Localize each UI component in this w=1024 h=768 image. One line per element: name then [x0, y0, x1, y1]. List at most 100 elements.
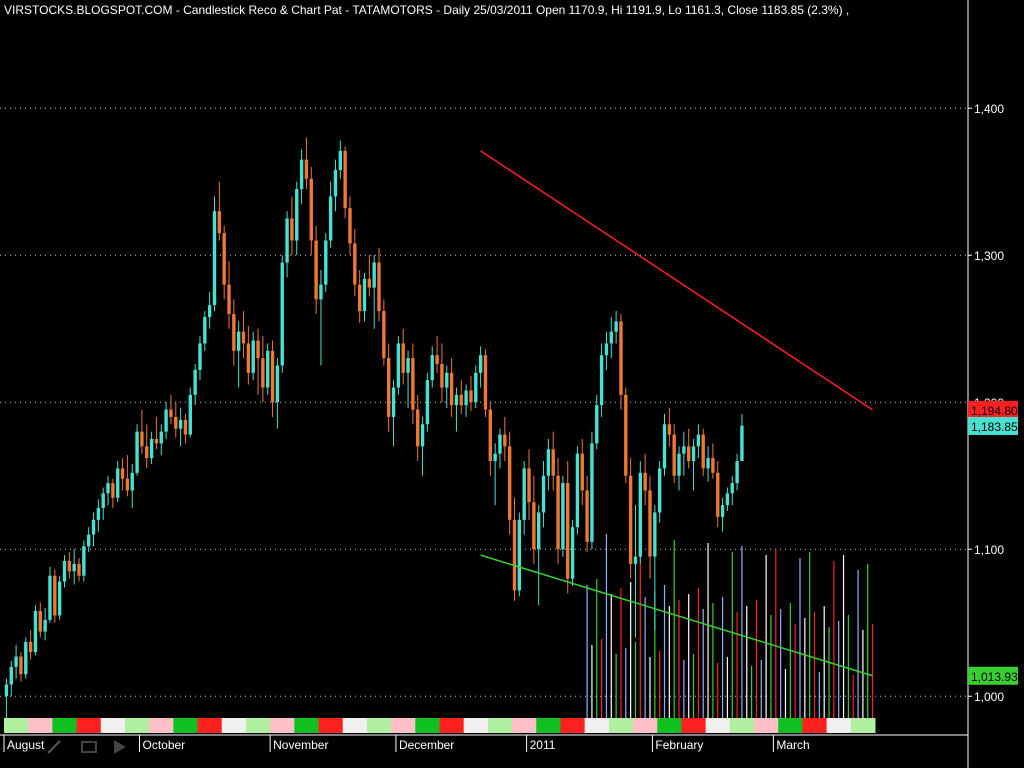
signal-cell — [420, 718, 426, 733]
candle-body — [309, 178, 313, 241]
candle-body — [662, 424, 667, 469]
candle-body — [261, 358, 265, 388]
y-tick-label: 1,300 — [974, 249, 1004, 263]
candle-body — [9, 666, 13, 685]
signal-cell — [52, 718, 58, 733]
signal-cell — [865, 718, 871, 733]
candle-body — [135, 431, 139, 473]
x-tick-label: 2011 — [530, 738, 556, 752]
signal-cell — [429, 718, 436, 733]
candles — [4, 137, 744, 719]
candle-body — [86, 534, 91, 547]
signal-cell — [715, 718, 721, 733]
candle-body — [604, 343, 609, 356]
signal-cell — [836, 718, 842, 733]
signal-cell — [681, 718, 687, 733]
candle-body — [111, 483, 115, 498]
candle-body — [82, 546, 86, 576]
signal-cell — [376, 718, 382, 733]
signal-cell — [144, 718, 150, 733]
signal-cell — [129, 718, 136, 733]
candle-body — [628, 475, 633, 564]
window-icon[interactable] — [81, 741, 97, 753]
candle-body — [290, 218, 294, 241]
signal-cell — [855, 718, 861, 733]
candlestick-chart[interactable]: 1,0001,1001,2001,3001,400AugustOctoberNo… — [0, 0, 1024, 768]
x-tick-label: December — [399, 738, 454, 752]
signal-cell — [250, 718, 257, 733]
candle-body — [270, 350, 275, 403]
signal-cell — [255, 718, 261, 733]
signal-cell — [512, 718, 518, 733]
signal-cell — [410, 718, 416, 733]
signal-cell — [831, 718, 837, 733]
signal-cell — [691, 718, 697, 733]
chart-toolbar[interactable] — [47, 740, 126, 754]
signal-cell — [816, 718, 823, 733]
signal-cell — [734, 718, 741, 733]
signal-cell — [841, 718, 847, 733]
signal-cell — [439, 718, 445, 733]
signal-cell — [216, 718, 223, 733]
candle-body — [483, 355, 488, 410]
candle-body — [551, 449, 555, 476]
candle-body — [67, 560, 72, 572]
candle-body — [580, 453, 584, 491]
candle-body — [469, 390, 473, 403]
signal-cell — [541, 718, 547, 733]
signal-cell — [323, 718, 329, 733]
candle-body — [672, 434, 676, 476]
support-trend-line — [480, 554, 873, 677]
signal-cell — [797, 718, 803, 733]
signal-cell — [821, 718, 828, 733]
signal-cell — [163, 718, 170, 733]
candle-body — [401, 343, 405, 373]
signal-cell — [226, 718, 232, 733]
arrow-right-icon[interactable] — [114, 740, 126, 754]
x-tick-label: August — [7, 738, 45, 752]
candle-body — [706, 458, 710, 469]
candle-body — [478, 355, 483, 373]
signal-cell — [95, 718, 102, 733]
signal-cell — [536, 718, 542, 733]
candle-body — [116, 468, 120, 498]
signal-cell — [241, 718, 247, 733]
candle-body — [507, 446, 512, 520]
signal-cell — [802, 718, 808, 733]
signal-cell — [371, 718, 378, 733]
signal-cell — [415, 718, 421, 733]
signal-cell — [739, 718, 745, 733]
signal-cell — [574, 718, 581, 733]
signal-cell — [381, 718, 387, 733]
candle-body — [96, 508, 101, 520]
signal-cell — [783, 718, 789, 733]
signal-cell — [845, 718, 852, 733]
signal-cell — [284, 718, 290, 733]
candle-body — [198, 343, 202, 370]
draw-line-icon[interactable] — [47, 740, 61, 754]
signal-cell — [473, 718, 479, 733]
candle-body — [391, 387, 396, 417]
signal-cell — [449, 718, 455, 733]
candle-body — [624, 394, 628, 476]
signal-cell — [521, 718, 528, 733]
signal-cell — [763, 718, 770, 733]
candle-body — [609, 331, 613, 344]
signal-cell — [33, 718, 39, 733]
candle-body — [488, 409, 493, 462]
candle-body — [57, 581, 62, 616]
x-tick-label: November — [273, 738, 328, 752]
candle-body — [299, 159, 304, 190]
signal-cell — [91, 718, 97, 733]
signal-cell — [405, 718, 411, 733]
candle-body — [619, 321, 623, 395]
signal-cell — [110, 718, 116, 733]
candle-body — [464, 390, 468, 406]
signal-cell — [289, 718, 295, 733]
candle-body — [377, 262, 381, 312]
signal-cell — [47, 718, 53, 733]
signal-cell — [492, 718, 499, 733]
signal-cell — [633, 718, 639, 733]
signal-cell — [754, 718, 760, 733]
candle-body — [512, 519, 517, 591]
